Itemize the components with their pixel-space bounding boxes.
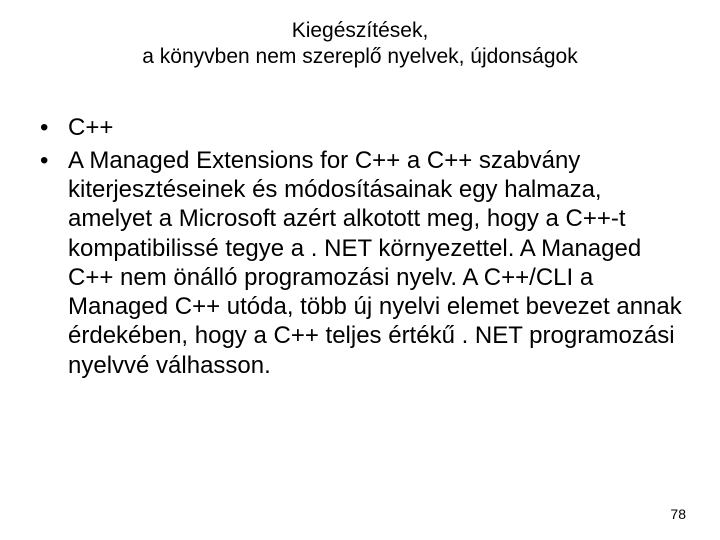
title-line-1: Kiegészítések, [30,18,690,44]
bullet-marker: • [40,113,68,142]
bullet-text: A Managed Extensions for C++ a C++ szabv… [68,146,690,380]
title-line-2: a könyvben nem szereplő nyelvek, újdonsá… [30,44,690,70]
list-item: • C++ [40,113,690,142]
bullet-list: • C++ • A Managed Extensions for C++ a C… [30,113,690,380]
page-number: 78 [670,506,686,522]
bullet-marker: • [40,146,68,380]
slide-title: Kiegészítések, a könyvben nem szereplő n… [30,18,690,71]
bullet-text: C++ [68,113,690,142]
list-item: • A Managed Extensions for C++ a C++ sza… [40,146,690,380]
